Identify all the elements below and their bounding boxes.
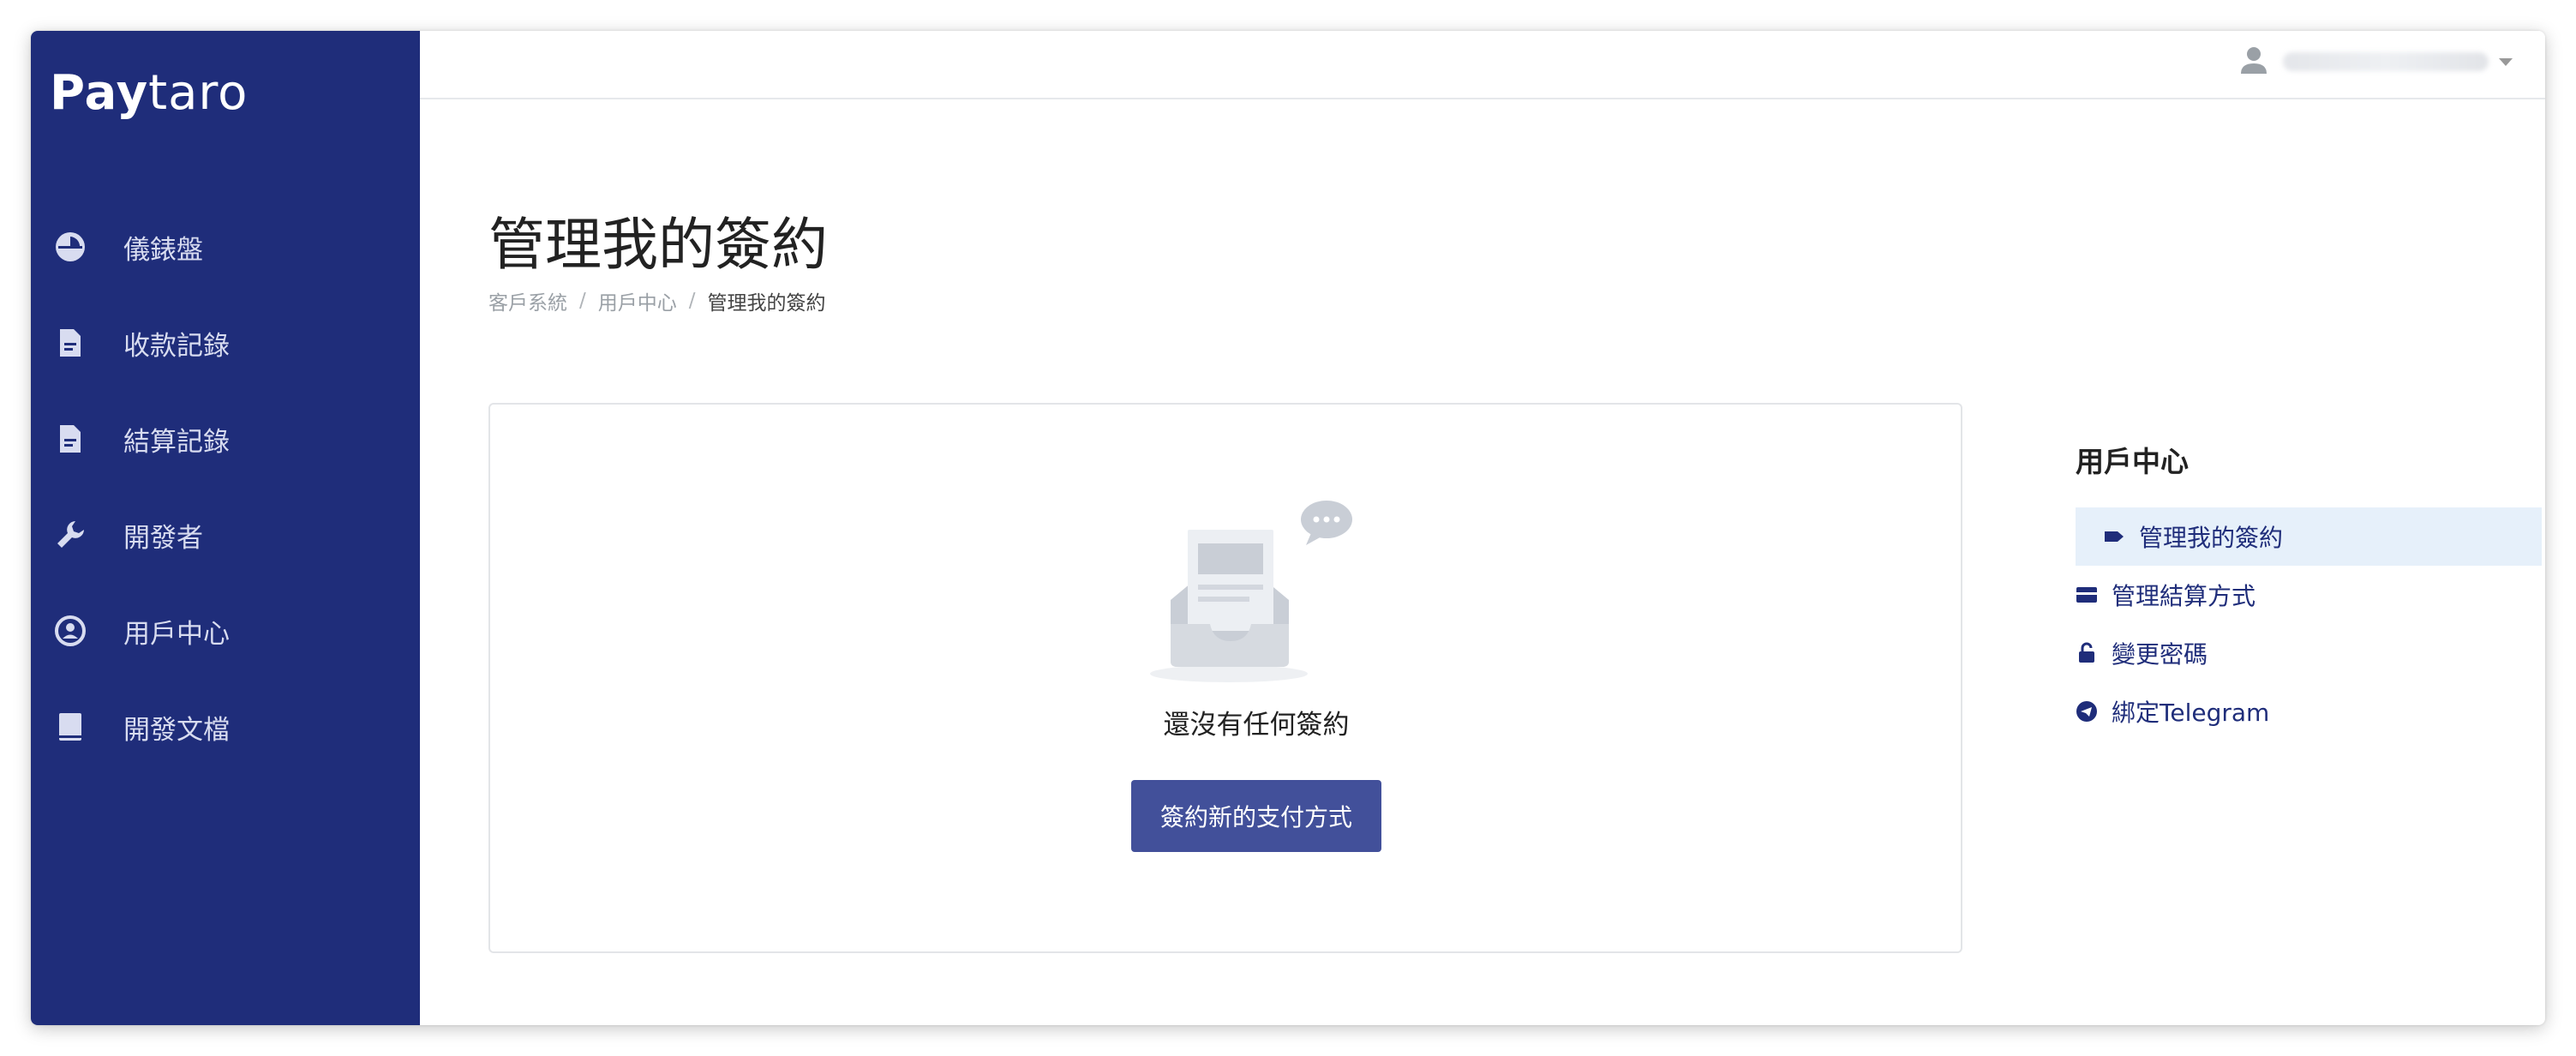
menu-item-label: 變更密碼 [2112, 640, 2208, 669]
breadcrumb-item[interactable]: 客戶系統 [488, 286, 567, 315]
sidebar-item-settlement-records[interactable]: 結算記錄 [31, 391, 420, 487]
sidebar-item-label: 用戶中心 [123, 618, 230, 650]
sidebar-item-dev-docs[interactable]: 開發文檔 [31, 679, 420, 775]
topbar [420, 31, 2545, 99]
user-name [2283, 52, 2489, 71]
breadcrumb-item[interactable]: 用戶中心 [598, 286, 677, 315]
user-icon [2237, 43, 2271, 81]
sidebar-item-dashboard[interactable]: 儀錶盤 [31, 199, 420, 295]
menu-item-manage-settlement[interactable]: 管理結算方式 [2076, 566, 2542, 624]
user-center-menu: 管理我的簽約 管理結算方式 變更密碼 綁定Telegram [2076, 507, 2542, 741]
logo-bold-text: Pay [50, 65, 149, 121]
breadcrumb-separator: / [579, 290, 586, 312]
user-menu[interactable] [2237, 43, 2513, 81]
sidebar-item-label: 儀錶盤 [123, 234, 203, 266]
page-title: 管理我的簽約 [488, 212, 828, 278]
wrench-icon [53, 518, 87, 552]
breadcrumb: 客戶系統 / 用戶中心 / 管理我的簽約 [488, 286, 826, 315]
empty-inbox-icon [1140, 497, 1380, 686]
menu-item-change-password[interactable]: 變更密碼 [2076, 624, 2542, 682]
tag-icon [2103, 525, 2125, 548]
app-window: Paytaro 儀錶盤 收款記錄 結算記錄 開發者 用戶中心 開發文檔 管理我的… [31, 31, 2545, 1025]
logo-light-text: taro [148, 65, 249, 121]
sidebar: Paytaro 儀錶盤 收款記錄 結算記錄 開發者 用戶中心 開發文檔 [31, 31, 420, 1025]
document-icon [53, 422, 87, 456]
dashboard-icon [53, 230, 87, 264]
menu-item-label: 綁定Telegram [2112, 699, 2270, 727]
sidebar-item-label: 結算記錄 [123, 426, 230, 458]
book-icon [53, 710, 87, 744]
sidebar-item-label: 開發者 [123, 522, 203, 554]
menu-item-manage-contracts[interactable]: 管理我的簽約 [2076, 507, 2542, 566]
chevron-down-icon [2499, 57, 2513, 66]
user-circle-icon [53, 614, 87, 648]
menu-item-bind-telegram[interactable]: 綁定Telegram [2076, 682, 2542, 741]
empty-state-message: 還沒有任何簽約 [1163, 710, 1350, 741]
sidebar-nav: 儀錶盤 收款記錄 結算記錄 開發者 用戶中心 開發文檔 [31, 199, 420, 775]
sidebar-item-payment-records[interactable]: 收款記錄 [31, 295, 420, 391]
logo[interactable]: Paytaro [50, 65, 248, 121]
lock-icon [2076, 642, 2098, 664]
sidebar-item-user-center[interactable]: 用戶中心 [31, 583, 420, 679]
document-icon [53, 326, 87, 360]
menu-item-label: 管理我的簽約 [2139, 524, 2284, 552]
menu-item-label: 管理結算方式 [2112, 582, 2256, 610]
breadcrumb-separator: / [688, 290, 696, 312]
breadcrumb-current: 管理我的簽約 [707, 292, 826, 315]
sidebar-item-label: 收款記錄 [123, 330, 230, 362]
telegram-icon [2076, 700, 2098, 723]
sidebar-item-label: 開發文檔 [123, 714, 230, 746]
credit-card-icon [2076, 584, 2098, 606]
sign-new-payment-method-button[interactable]: 簽約新的支付方式 [1131, 780, 1381, 852]
user-center-menu-title: 用戶中心 [2076, 445, 2189, 478]
sidebar-item-developer[interactable]: 開發者 [31, 487, 420, 583]
